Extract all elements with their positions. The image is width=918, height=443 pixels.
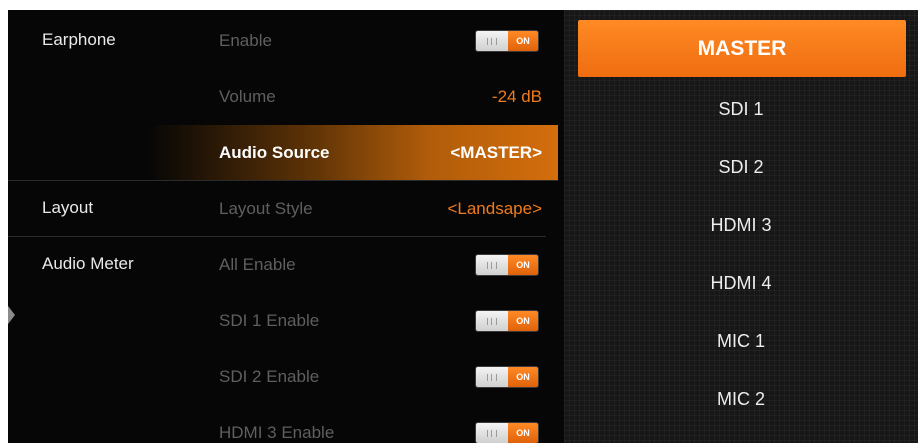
triangle-right-icon[interactable]	[8, 298, 15, 332]
menu-row-layout-style[interactable]: Layout Style <Landsape>	[8, 181, 558, 237]
hdmi3-enable-label: HDMI 3 Enable	[219, 423, 335, 442]
source-item-master[interactable]: MASTER	[578, 20, 906, 77]
toggle-off-part	[476, 31, 508, 51]
all-enable-label: All Enable	[219, 255, 296, 274]
sdi2-enable-label: SDI 2 Enable	[219, 367, 320, 386]
grip-icon	[487, 261, 497, 269]
toggle-on-label: ON	[508, 367, 538, 387]
source-item-sdi-2[interactable]: SDI 2	[564, 147, 918, 187]
toggle-off-part	[476, 367, 508, 387]
sdi2-enable-toggle[interactable]: ON	[476, 367, 538, 387]
audio-source-value: <MASTER>	[450, 142, 542, 162]
toggle-on-label: ON	[508, 255, 538, 275]
source-item-mic-2[interactable]: MIC 2	[564, 379, 918, 419]
source-item-hdmi-3[interactable]: HDMI 3	[564, 205, 918, 245]
toggle-on-label: ON	[508, 423, 538, 443]
menu-row-enable[interactable]: Enable ON	[8, 13, 558, 69]
screen: Earphone Layout Audio Meter Enable ON Vo…	[8, 10, 918, 443]
menu-row-all-enable[interactable]: All Enable ON	[8, 237, 558, 293]
grip-icon	[487, 37, 497, 45]
toggle-off-part	[476, 255, 508, 275]
sdi1-enable-toggle[interactable]: ON	[476, 311, 538, 331]
grip-icon	[487, 373, 497, 381]
source-item-hdmi-4[interactable]: HDMI 4	[564, 263, 918, 303]
menu-row-sdi1-enable[interactable]: SDI 1 Enable ON	[8, 293, 558, 349]
toggle-on-label: ON	[508, 31, 538, 51]
menu-row-hdmi3-enable[interactable]: HDMI 3 Enable ON	[8, 405, 558, 443]
volume-label: Volume	[219, 87, 276, 106]
source-item-sdi-1[interactable]: SDI 1	[564, 89, 918, 129]
sdi1-enable-label: SDI 1 Enable	[219, 311, 320, 330]
enable-toggle[interactable]: ON	[476, 31, 538, 51]
audio-source-list: MASTER SDI 1 SDI 2 HDMI 3 HDMI 4 MIC 1 M…	[564, 10, 918, 443]
menu-row-audio-source[interactable]: Audio Source <MASTER>	[8, 125, 558, 180]
toggle-off-part	[476, 423, 508, 443]
menu-row-sdi2-enable[interactable]: SDI 2 Enable ON	[8, 349, 558, 405]
layout-style-label: Layout Style	[219, 199, 313, 218]
source-item-mic-1[interactable]: MIC 1	[564, 321, 918, 361]
enable-label: Enable	[219, 31, 272, 50]
audio-source-label: Audio Source	[219, 142, 330, 162]
toggle-on-label: ON	[508, 311, 538, 331]
menu-row-volume[interactable]: Volume -24 dB	[8, 69, 558, 125]
volume-value: -24 dB	[491, 87, 542, 106]
layout-style-value: <Landsape>	[447, 199, 542, 218]
grip-icon	[487, 429, 497, 437]
hdmi3-enable-toggle[interactable]: ON	[476, 423, 538, 443]
grip-icon	[487, 317, 497, 325]
toggle-off-part	[476, 311, 508, 331]
all-enable-toggle[interactable]: ON	[476, 255, 538, 275]
